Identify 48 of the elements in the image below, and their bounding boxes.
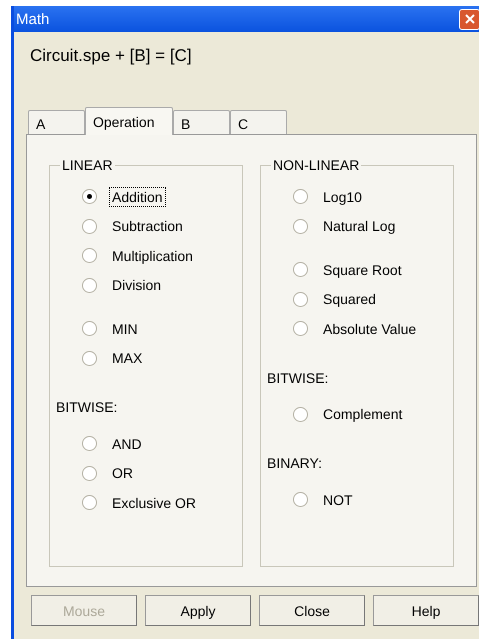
radio-button[interactable] (293, 189, 308, 204)
radio-button[interactable] (293, 218, 308, 234)
radio-button[interactable] (293, 262, 308, 278)
option-label: Squared (322, 290, 377, 310)
radio-button[interactable] (82, 436, 97, 452)
radio-button[interactable] (82, 189, 97, 204)
radio-button[interactable] (82, 278, 97, 293)
radio-button[interactable] (293, 292, 308, 307)
tab[interactable]: Operation (85, 107, 173, 135)
dialog-button[interactable]: Apply (145, 595, 251, 626)
option-label: Division (111, 276, 162, 296)
window-title: Math (16, 10, 50, 28)
option-label: MAX (111, 349, 144, 368)
group-title: LINEAR (60, 157, 115, 173)
tab[interactable]: B (173, 110, 230, 134)
section-label: BITWISE: (56, 399, 118, 417)
tab[interactable]: A (28, 110, 85, 134)
option-label: Exclusive OR (111, 494, 198, 513)
radio-button[interactable] (293, 321, 308, 336)
option-label: Square Root (322, 260, 403, 280)
section-label: BITWISE: (267, 370, 330, 388)
group-title: NON-LINEAR (271, 157, 362, 173)
radio-button[interactable] (293, 406, 308, 422)
option-label: AND (111, 434, 143, 454)
close-icon (464, 14, 474, 24)
option-label: Natural Log (322, 217, 396, 236)
option-label: Log10 (322, 188, 363, 207)
option-label: OR (111, 464, 134, 484)
radio-button[interactable] (82, 248, 97, 264)
option-label: NOT (322, 490, 354, 510)
radio-button[interactable] (82, 218, 97, 234)
section-label: BINARY: (267, 455, 323, 473)
option-label: Complement (322, 405, 404, 424)
radio-button[interactable] (82, 321, 97, 336)
option-label: Multiplication (111, 246, 194, 266)
dialog-button[interactable]: Help (373, 595, 479, 626)
tab[interactable]: C (230, 110, 287, 134)
radio-button[interactable] (82, 350, 97, 366)
formula-heading: Circuit.spe + [B] = [C] (30, 46, 193, 67)
option-label: Subtraction (111, 217, 184, 236)
dialog-button[interactable]: Close (259, 595, 365, 626)
option-label: Addition (109, 186, 166, 207)
radio-button[interactable] (293, 492, 308, 508)
option-label: MIN (111, 320, 139, 339)
radio-button[interactable] (82, 495, 97, 510)
option-label: Absolute Value (322, 320, 418, 339)
close-button[interactable] (459, 8, 479, 30)
radio-button[interactable] (82, 466, 97, 481)
